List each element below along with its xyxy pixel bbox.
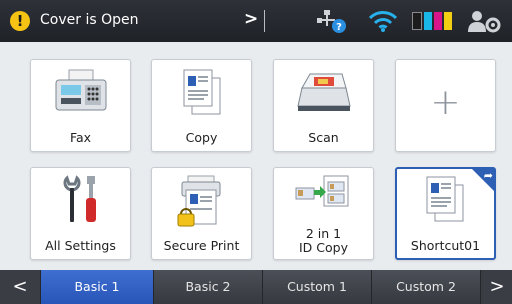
expand-icon[interactable]: > — [244, 9, 258, 29]
id-copy-label-line1: 2 in 1 — [305, 226, 342, 241]
tools-icon — [63, 175, 96, 222]
network-help-icon[interactable]: ? — [315, 8, 349, 36]
shortcut01-label: Shortcut01 — [410, 238, 481, 253]
fax-button[interactable]: Fax — [30, 59, 131, 152]
tab-custom-1[interactable]: Custom 1 — [262, 270, 371, 304]
shortcut01-button[interactable]: ➦ Shortcut01 — [395, 167, 496, 260]
id-copy-icon — [295, 175, 349, 207]
id-copy-button[interactable]: 2 in 1 ID Copy — [273, 167, 374, 260]
toner-black — [412, 12, 422, 30]
secure-print-label: Secure Print — [163, 238, 240, 253]
status-bar: ! Cover is Open > ? — [0, 0, 512, 42]
scan-label: Scan — [308, 130, 339, 145]
scan-icon — [297, 73, 351, 111]
add-shortcut-button[interactable]: + — [395, 59, 496, 152]
next-page-icon[interactable]: > — [480, 270, 512, 304]
toner-level-icon[interactable] — [412, 12, 452, 30]
copy-icon — [183, 69, 221, 115]
tab-basic-1[interactable]: Basic 1 — [40, 270, 153, 304]
secure-print-button[interactable]: Secure Print — [151, 167, 252, 260]
scan-button[interactable]: Scan — [273, 59, 374, 152]
tab-bar: < Basic 1 Basic 2 Custom 1 Custom 2 > — [0, 270, 512, 304]
prev-page-icon[interactable]: < — [0, 270, 40, 304]
svg-text:?: ? — [336, 22, 342, 33]
copy-icon — [426, 176, 464, 222]
copy-button[interactable]: Copy — [151, 59, 252, 152]
tab-custom-2[interactable]: Custom 2 — [371, 270, 480, 304]
wifi-icon[interactable] — [368, 9, 398, 33]
tab-basic-2[interactable]: Basic 2 — [153, 270, 262, 304]
shortcut-arrow-icon: ➦ — [483, 169, 493, 182]
fax-label: Fax — [69, 130, 92, 145]
user-settings-icon[interactable] — [466, 8, 502, 34]
status-divider — [264, 10, 265, 32]
fax-icon — [55, 69, 107, 111]
status-message[interactable]: Cover is Open — [40, 12, 138, 28]
copy-label: Copy — [185, 130, 218, 145]
toner-magenta — [434, 12, 442, 30]
toner-cyan — [424, 12, 432, 30]
all-settings-label: All Settings — [45, 238, 116, 253]
warning-icon[interactable]: ! — [10, 11, 30, 31]
toner-yellow — [444, 12, 452, 30]
all-settings-button[interactable]: All Settings — [30, 167, 131, 260]
secure-print-icon — [177, 175, 221, 227]
id-copy-label-line2: ID Copy — [299, 240, 348, 255]
plus-icon: + — [430, 82, 461, 123]
